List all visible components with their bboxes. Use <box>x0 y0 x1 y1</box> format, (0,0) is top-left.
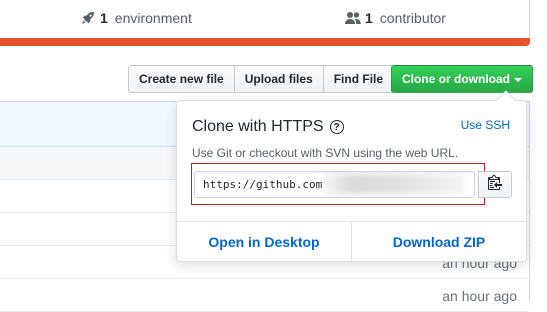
find-file-button[interactable]: Find File <box>322 65 395 93</box>
question-icon[interactable]: ? <box>329 120 344 134</box>
table-row[interactable]: an hour ago <box>0 279 529 312</box>
clipboard-icon <box>488 174 502 195</box>
clone-title-text: Clone with HTTPS <box>192 118 324 135</box>
dropdown-pointer <box>496 90 516 110</box>
contributors-count: 1 <box>365 10 373 26</box>
open-in-desktop-button[interactable]: Open in Desktop <box>177 222 351 261</box>
people-icon <box>345 10 361 26</box>
create-new-file-button[interactable]: Create new file <box>128 65 235 93</box>
environments-count: 1 <box>100 10 108 26</box>
commit-age: an hour ago <box>442 288 517 304</box>
upload-files-button[interactable]: Upload files <box>233 65 324 93</box>
environments-stat[interactable]: 1 environment <box>80 10 192 26</box>
copy-to-clipboard-button[interactable] <box>478 171 512 198</box>
contributors-label: contributor <box>379 10 446 26</box>
caret-down-icon <box>514 78 522 82</box>
clone-dropdown-panel: Clone with HTTPS ? Use SSH Use Git or ch… <box>176 90 527 262</box>
contributors-stat[interactable]: 1 contributor <box>345 10 446 26</box>
repo-stats-bar: 1 environment 1 contributor <box>0 0 530 38</box>
clone-actions: Open in Desktop Download ZIP <box>177 221 526 261</box>
download-zip-button[interactable]: Download ZIP <box>351 222 526 261</box>
language-bar[interactable] <box>0 38 530 46</box>
redacted-url-blur <box>324 174 465 194</box>
environments-label: environment <box>114 10 192 26</box>
rocket-icon <box>80 10 96 26</box>
clone-or-download-button[interactable]: Clone or download <box>391 65 533 93</box>
clone-or-download-label: Clone or download <box>402 72 510 86</box>
clone-title: Clone with HTTPS ? <box>192 118 344 136</box>
file-navigation-buttons: Create new file Upload files Find File <box>128 65 395 93</box>
clone-description: Use Git or checkout with SVN using the w… <box>192 146 459 160</box>
use-ssh-link[interactable]: Use SSH <box>461 118 510 132</box>
